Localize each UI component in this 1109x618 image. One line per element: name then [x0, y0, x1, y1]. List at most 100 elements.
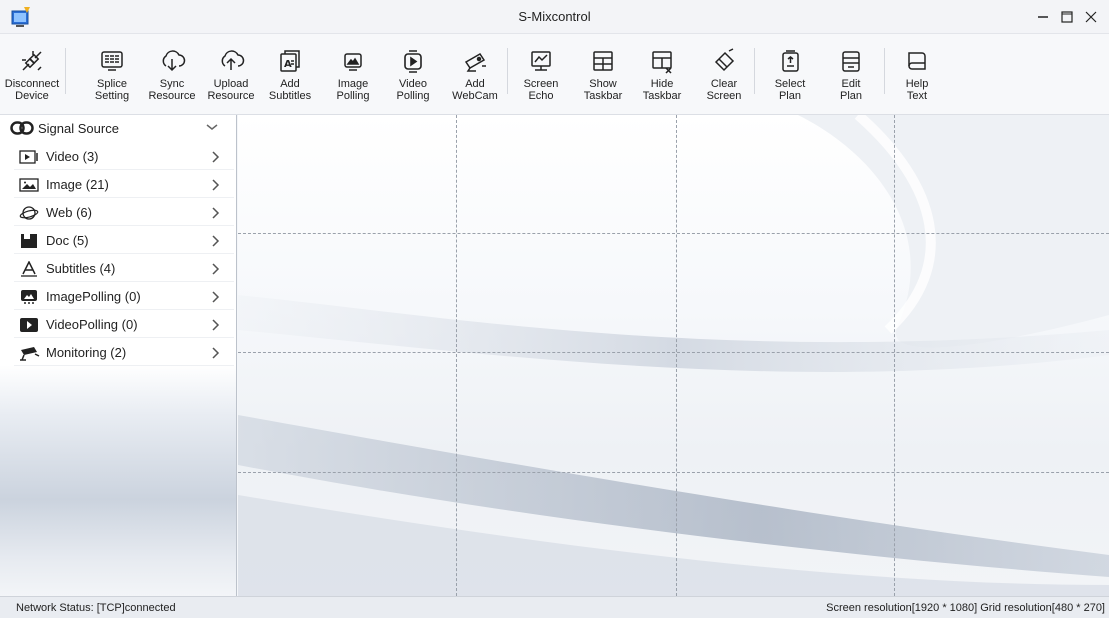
sidebar-item-videopolling[interactable]: VideoPolling (0): [14, 312, 234, 338]
video-polling-icon: [18, 316, 40, 334]
video-icon: [18, 148, 40, 166]
signal-source-header[interactable]: Signal Source: [0, 115, 237, 141]
chevron-right-icon: [212, 319, 220, 331]
toolbar-separator: [754, 48, 755, 94]
clear-screen-icon: [709, 46, 739, 76]
minimize-icon: [1038, 16, 1048, 18]
signal-source-label: Signal Source: [38, 120, 119, 136]
status-bar: Network Status: [TCP]connected Screen re…: [0, 596, 1109, 618]
minimize-button[interactable]: [1030, 4, 1056, 30]
sidebar-item-video[interactable]: Video (3): [14, 144, 234, 170]
edit-plan-icon: [836, 46, 866, 76]
canvas-background: [238, 115, 1109, 596]
add-webcam-icon: [460, 46, 490, 76]
monitoring-icon: [18, 344, 40, 362]
title-bar: S-Mixcontrol: [0, 0, 1109, 34]
splice-setting-icon: [97, 46, 127, 76]
network-status: Network Status: [TCP]connected: [16, 602, 176, 614]
splice-canvas[interactable]: [238, 115, 1109, 596]
screen-echo-icon: [526, 46, 556, 76]
sync-resource-icon: [157, 46, 187, 76]
grid-line-vertical: [894, 115, 895, 596]
toolbar-label: Image Polling: [336, 78, 370, 102]
sidebar-item-label: Image (21): [46, 177, 109, 192]
select-plan-button[interactable]: Select Plan: [762, 46, 818, 112]
sidebar-item-label: Doc (5): [46, 233, 89, 248]
hide-taskbar-button[interactable]: Hide Taskbar: [634, 46, 690, 112]
maximize-button[interactable]: [1054, 4, 1080, 30]
image-icon: [18, 176, 40, 194]
toolbar-label: Help Text: [905, 78, 929, 102]
video-polling-icon: [398, 46, 428, 76]
edit-plan-button[interactable]: Edit Plan: [823, 46, 879, 112]
help-text-icon: [902, 46, 932, 76]
toolbar-separator: [65, 48, 66, 94]
toolbar-label: Upload Resource: [207, 78, 255, 102]
toolbar-label: Add WebCam: [452, 78, 498, 102]
link-icon: [10, 121, 34, 135]
sync-resource-button[interactable]: Sync Resource: [144, 46, 200, 112]
signal-source-panel: Signal Source Video (3) Image (21) Web (…: [0, 115, 237, 596]
chevron-right-icon: [212, 179, 220, 191]
grid-line-vertical: [676, 115, 677, 596]
sidebar-item-label: ImagePolling (0): [46, 289, 141, 304]
toolbar-label: Disconnect Device: [4, 78, 60, 102]
image-polling-button[interactable]: Image Polling: [325, 46, 381, 112]
add-subtitles-icon: A: [275, 46, 305, 76]
subtitles-icon: [18, 260, 40, 278]
upload-resource-button[interactable]: Upload Resource: [203, 46, 259, 112]
web-icon: [18, 204, 40, 222]
help-text-button[interactable]: Help Text: [889, 46, 945, 112]
hide-taskbar-icon: [647, 46, 677, 76]
sidebar-item-monitoring[interactable]: Monitoring (2): [14, 340, 234, 366]
sidebar-item-label: Video (3): [46, 149, 99, 164]
toolbar-separator: [507, 48, 508, 94]
svg-text:A: A: [284, 59, 292, 70]
toolbar-label: Hide Taskbar: [642, 78, 682, 102]
toolbar-label: Screen Echo: [523, 78, 559, 102]
toolbar-label: Show Taskbar: [583, 78, 623, 102]
maximize-icon: [1061, 11, 1073, 23]
image-polling-icon: [338, 46, 368, 76]
toolbar-separator: [884, 48, 885, 94]
image-polling-icon: [18, 288, 40, 306]
splice-setting-button[interactable]: Splice Setting: [84, 46, 140, 112]
sidebar-item-label: Web (6): [46, 205, 92, 220]
chevron-right-icon: [212, 291, 220, 303]
toolbar-label: Video Polling: [396, 78, 430, 102]
sidebar-item-subtitles[interactable]: Subtitles (4): [14, 256, 234, 282]
close-button[interactable]: [1078, 4, 1104, 30]
upload-resource-icon: [216, 46, 246, 76]
sidebar-item-label: Monitoring (2): [46, 345, 127, 360]
add-webcam-button[interactable]: Add WebCam: [447, 46, 503, 112]
chevron-right-icon: [212, 151, 220, 163]
sidebar-item-web[interactable]: Web (6): [14, 200, 234, 226]
screen-echo-button[interactable]: Screen Echo: [513, 46, 569, 112]
resolution-status: Screen resolution[1920 * 1080] Grid reso…: [826, 602, 1105, 614]
video-polling-button[interactable]: Video Polling: [385, 46, 441, 112]
clear-screen-button[interactable]: Clear Screen: [696, 46, 752, 112]
chevron-down-icon: [206, 124, 218, 130]
disconnect-device-icon: [17, 46, 47, 76]
toolbar-label: Edit Plan: [839, 78, 863, 102]
toolbar: Disconnect Device Splice Setting Sync Re…: [0, 34, 1109, 115]
select-plan-icon: [775, 46, 805, 76]
toolbar-label: Add Subtitles: [268, 78, 312, 102]
show-taskbar-button[interactable]: Show Taskbar: [575, 46, 631, 112]
doc-icon: [18, 232, 40, 250]
sidebar-item-label: VideoPolling (0): [46, 317, 138, 332]
grid-line-horizontal: [238, 352, 1109, 353]
toolbar-label: Clear Screen: [706, 78, 742, 102]
grid-line-horizontal: [238, 233, 1109, 234]
toolbar-label: Splice Setting: [94, 78, 130, 102]
sidebar-item-doc[interactable]: Doc (5): [14, 228, 234, 254]
show-taskbar-icon: [588, 46, 618, 76]
grid-line-horizontal: [238, 472, 1109, 473]
add-subtitles-button[interactable]: A Add Subtitles: [262, 46, 318, 112]
sidebar-item-image[interactable]: Image (21): [14, 172, 234, 198]
toolbar-label: Select Plan: [774, 78, 806, 102]
disconnect-device-button[interactable]: Disconnect Device: [4, 46, 60, 112]
chevron-right-icon: [212, 347, 220, 359]
sidebar-item-imagepolling[interactable]: ImagePolling (0): [14, 284, 234, 310]
chevron-right-icon: [212, 207, 220, 219]
